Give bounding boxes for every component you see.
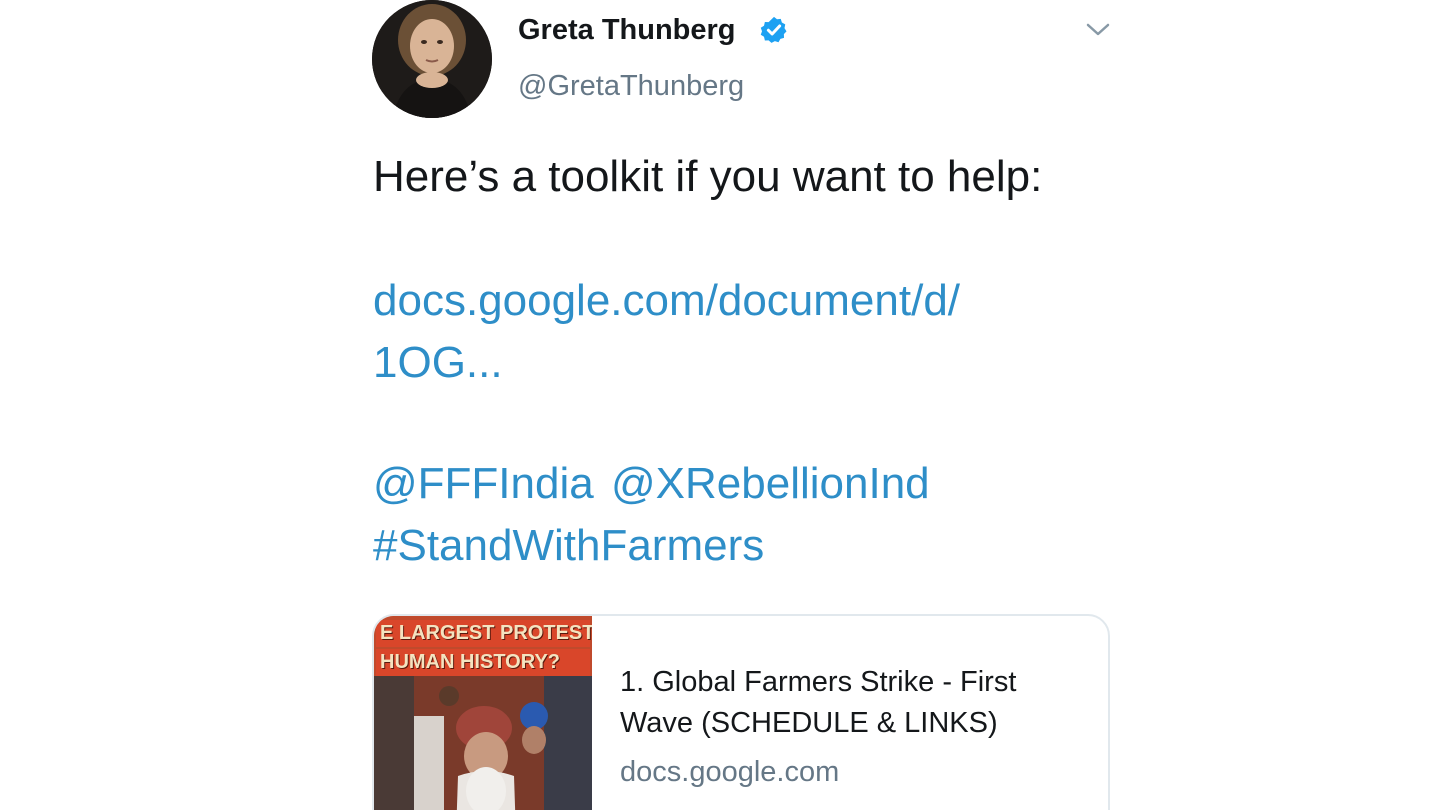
hashtag-standwithfarmers[interactable]: #StandWithFarmers [373, 521, 764, 571]
link-preview-card[interactable]: E LARGEST PROTEST HUMAN HISTORY? 1. Glob… [372, 614, 1110, 810]
tweet-link-line-1[interactable]: docs.google.com/document/d/ [373, 276, 960, 326]
avatar[interactable] [372, 0, 492, 118]
card-domain: docs.google.com [620, 756, 840, 788]
card-caption-line-2: HUMAN HISTORY? [376, 649, 590, 676]
card-title: 1. Global Farmers Strike - First Wave (S… [620, 666, 1017, 739]
tweet-link-line-2[interactable]: 1OG... [373, 338, 503, 388]
card-thumbnail-caption: E LARGEST PROTEST HUMAN HISTORY? [376, 620, 592, 678]
author-handle[interactable]: @GretaThunberg [518, 70, 744, 103]
author-display-name[interactable]: Greta Thunberg [518, 14, 736, 47]
mention-xrebellionind[interactable]: @XRebellionInd [611, 459, 930, 509]
tweet-text: Here’s a toolkit if you want to help: [373, 152, 1043, 201]
verified-badge-icon [760, 16, 787, 43]
chevron-down-icon[interactable] [1084, 18, 1112, 42]
card-thumbnail: E LARGEST PROTEST HUMAN HISTORY? [374, 616, 592, 810]
tweet-view: Greta Thunberg @GretaThunberg Here’s a t… [0, 0, 1440, 810]
mention-fffindia[interactable]: @FFFIndia [373, 459, 594, 509]
card-caption-line-1: E LARGEST PROTEST [376, 620, 592, 647]
